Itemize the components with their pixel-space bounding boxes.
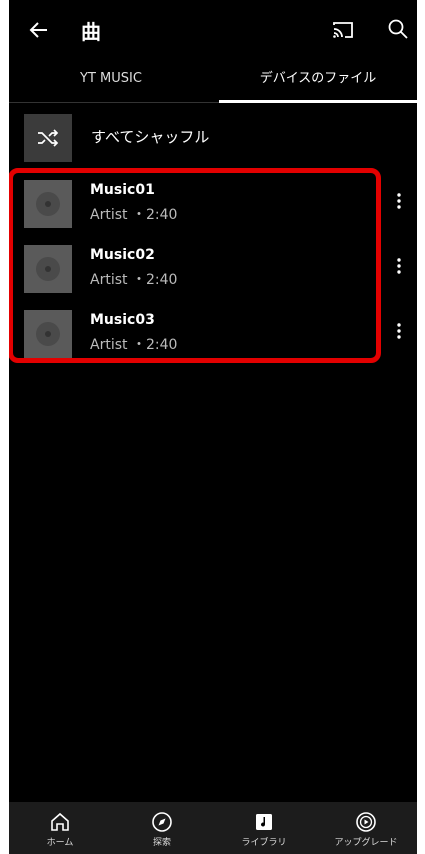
tab-bar: YT MUSIC デバイスのファイル	[9, 60, 417, 103]
nav-upgrade[interactable]: アップグレード	[315, 802, 417, 854]
page-title: 曲	[81, 20, 101, 44]
nav-library[interactable]: ライブラリ	[213, 802, 315, 854]
vinyl-disc-icon	[36, 257, 60, 281]
cast-icon[interactable]	[332, 20, 354, 40]
song-meta: Artist ・2:40	[90, 337, 178, 353]
compass-icon	[152, 812, 172, 832]
shuffle-icon	[38, 129, 59, 147]
back-arrow-icon[interactable]	[27, 18, 51, 42]
nav-explore-label: 探索	[152, 838, 171, 848]
nav-home[interactable]: ホーム	[9, 802, 111, 854]
tab-device-files[interactable]: デバイスのファイル	[219, 60, 417, 102]
home-icon	[51, 812, 69, 831]
song-meta: Artist ・2:40	[90, 207, 178, 223]
more-options-icon[interactable]	[394, 255, 404, 277]
song-row[interactable]: Music01 Artist ・2:40	[9, 176, 417, 234]
shuffle-all-row[interactable]: すべてシャッフル	[9, 112, 417, 164]
upgrade-icon	[356, 812, 376, 832]
app-bar: 曲	[9, 0, 417, 60]
active-tab-indicator	[219, 100, 417, 103]
more-options-icon[interactable]	[394, 320, 404, 342]
song-row[interactable]: Music02 Artist ・2:40	[9, 241, 417, 299]
song-title: Music03	[90, 312, 155, 328]
song-meta: Artist ・2:40	[90, 272, 178, 288]
nav-library-label: ライブラリ	[241, 838, 287, 848]
tab-yt-music[interactable]: YT MUSIC	[9, 60, 213, 102]
library-icon	[256, 814, 272, 830]
vinyl-disc-icon	[36, 322, 60, 346]
song-title: Music01	[90, 182, 155, 198]
search-icon[interactable]	[387, 18, 409, 40]
vinyl-disc-icon	[36, 192, 60, 216]
shuffle-icon-tile	[24, 114, 72, 162]
shuffle-all-label: すべてシャッフル	[91, 128, 210, 146]
song-title: Music02	[90, 247, 155, 263]
bottom-navigation: ホーム 探索 ライブラリ アップグレード	[9, 802, 417, 854]
nav-upgrade-label: アップグレード	[334, 838, 398, 848]
nav-home-label: ホーム	[46, 838, 74, 848]
album-art-placeholder	[24, 245, 72, 293]
more-options-icon[interactable]	[394, 190, 404, 212]
phone-screen: 曲 YT MUSIC デバイスのファイル すべてシャッフル Music01 Ar…	[9, 0, 417, 854]
song-row[interactable]: Music03 Artist ・2:40	[9, 306, 417, 364]
nav-explore[interactable]: 探索	[111, 802, 213, 854]
album-art-placeholder	[24, 310, 72, 358]
album-art-placeholder	[24, 180, 72, 228]
